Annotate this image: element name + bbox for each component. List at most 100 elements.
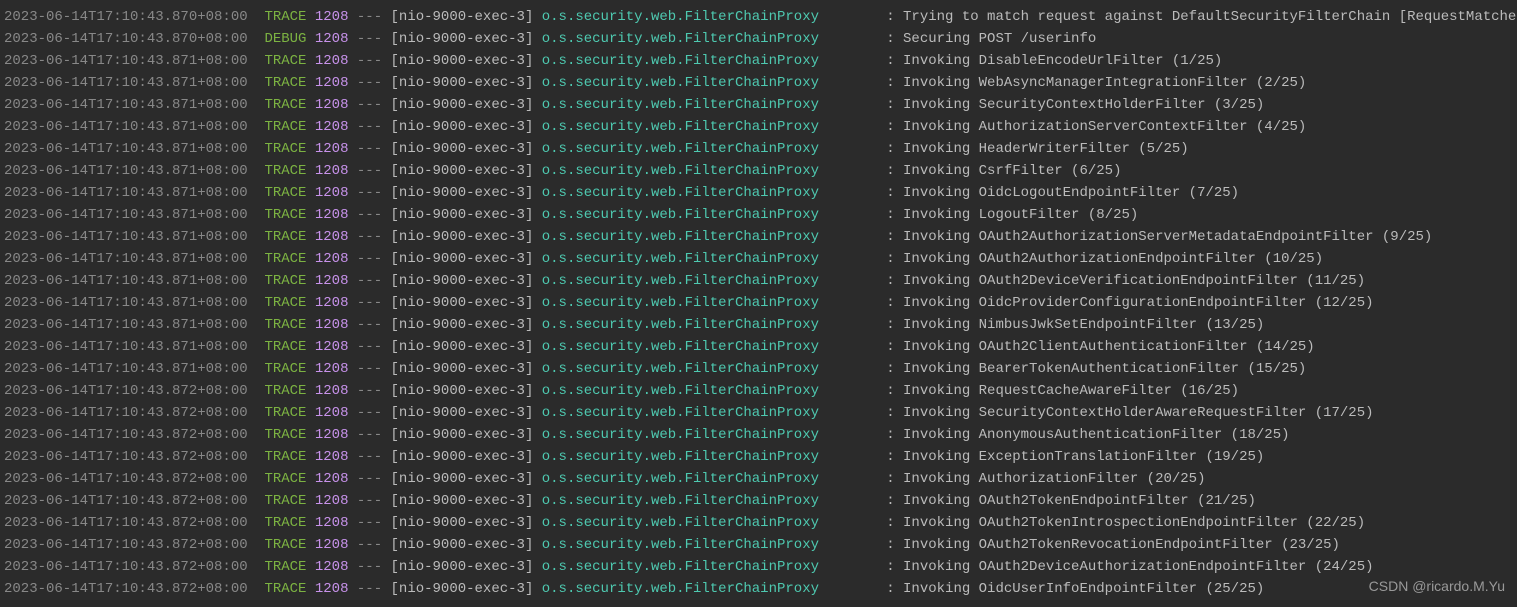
log-logger: o.s.security.web.FilterChainProxy [542,534,878,556]
log-line[interactable]: 2023-06-14T17:10:43.872+08:00 TRACE 1208… [0,534,1517,556]
log-thread: [nio-9000-exec-3] [391,182,534,204]
log-message: Invoking AuthorizationServerContextFilte… [903,116,1306,138]
log-thread: [nio-9000-exec-3] [391,116,534,138]
log-logger: o.s.security.web.FilterChainProxy [542,72,878,94]
log-pid: 1208 [315,578,349,600]
log-timestamp: 2023-06-14T17:10:43.872+08:00 [4,380,248,402]
log-line[interactable]: 2023-06-14T17:10:43.872+08:00 TRACE 1208… [0,490,1517,512]
log-pid: 1208 [315,138,349,160]
log-level: TRACE [264,512,306,534]
log-colon: : [878,358,903,380]
log-line[interactable]: 2023-06-14T17:10:43.872+08:00 TRACE 1208… [0,578,1517,600]
log-timestamp: 2023-06-14T17:10:43.872+08:00 [4,578,248,600]
log-line[interactable]: 2023-06-14T17:10:43.871+08:00 TRACE 1208… [0,314,1517,336]
log-thread: [nio-9000-exec-3] [391,292,534,314]
log-line[interactable]: 2023-06-14T17:10:43.870+08:00 TRACE 1208… [0,6,1517,28]
log-level: TRACE [264,336,306,358]
log-line[interactable]: 2023-06-14T17:10:43.870+08:00 DEBUG 1208… [0,28,1517,50]
log-line[interactable]: 2023-06-14T17:10:43.871+08:00 TRACE 1208… [0,248,1517,270]
log-line[interactable]: 2023-06-14T17:10:43.871+08:00 TRACE 1208… [0,182,1517,204]
log-line[interactable]: 2023-06-14T17:10:43.871+08:00 TRACE 1208… [0,72,1517,94]
log-colon: : [878,556,903,578]
log-thread: [nio-9000-exec-3] [391,248,534,270]
log-line[interactable]: 2023-06-14T17:10:43.872+08:00 TRACE 1208… [0,380,1517,402]
log-separator: --- [357,424,382,446]
log-level: TRACE [264,314,306,336]
log-timestamp: 2023-06-14T17:10:43.871+08:00 [4,270,248,292]
log-logger: o.s.security.web.FilterChainProxy [542,94,878,116]
log-line[interactable]: 2023-06-14T17:10:43.871+08:00 TRACE 1208… [0,94,1517,116]
log-colon: : [878,138,903,160]
log-pid: 1208 [315,270,349,292]
log-line[interactable]: 2023-06-14T17:10:43.872+08:00 TRACE 1208… [0,556,1517,578]
log-line[interactable]: 2023-06-14T17:10:43.871+08:00 TRACE 1208… [0,292,1517,314]
log-line[interactable]: 2023-06-14T17:10:43.871+08:00 TRACE 1208… [0,226,1517,248]
log-level: TRACE [264,116,306,138]
log-timestamp: 2023-06-14T17:10:43.872+08:00 [4,424,248,446]
log-colon: : [878,116,903,138]
log-level: TRACE [264,468,306,490]
log-thread: [nio-9000-exec-3] [391,204,534,226]
log-pid: 1208 [315,424,349,446]
log-thread: [nio-9000-exec-3] [391,138,534,160]
log-line[interactable]: 2023-06-14T17:10:43.872+08:00 TRACE 1208… [0,402,1517,424]
log-logger: o.s.security.web.FilterChainProxy [542,468,878,490]
log-thread: [nio-9000-exec-3] [391,50,534,72]
log-timestamp: 2023-06-14T17:10:43.872+08:00 [4,468,248,490]
log-separator: --- [357,446,382,468]
log-colon: : [878,72,903,94]
log-message: Invoking RequestCacheAwareFilter (16/25) [903,380,1239,402]
log-pid: 1208 [315,72,349,94]
log-separator: --- [357,72,382,94]
log-pid: 1208 [315,468,349,490]
log-thread: [nio-9000-exec-3] [391,270,534,292]
log-line[interactable]: 2023-06-14T17:10:43.871+08:00 TRACE 1208… [0,358,1517,380]
log-pid: 1208 [315,160,349,182]
log-thread: [nio-9000-exec-3] [391,160,534,182]
log-level: TRACE [264,292,306,314]
log-separator: --- [357,270,382,292]
log-logger: o.s.security.web.FilterChainProxy [542,204,878,226]
log-message: Securing POST /userinfo [903,28,1096,50]
log-separator: --- [357,160,382,182]
log-colon: : [878,380,903,402]
log-line[interactable]: 2023-06-14T17:10:43.871+08:00 TRACE 1208… [0,270,1517,292]
log-pid: 1208 [315,512,349,534]
log-colon: : [878,226,903,248]
log-line[interactable]: 2023-06-14T17:10:43.871+08:00 TRACE 1208… [0,116,1517,138]
log-message: Invoking OidcLogoutEndpointFilter (7/25) [903,182,1239,204]
log-pid: 1208 [315,380,349,402]
log-message: Invoking SecurityContextHolderFilter (3/… [903,94,1264,116]
log-level: TRACE [264,138,306,160]
log-pid: 1208 [315,116,349,138]
log-pid: 1208 [315,94,349,116]
log-separator: --- [357,468,382,490]
log-timestamp: 2023-06-14T17:10:43.872+08:00 [4,446,248,468]
log-line[interactable]: 2023-06-14T17:10:43.871+08:00 TRACE 1208… [0,204,1517,226]
log-level: TRACE [264,578,306,600]
log-line[interactable]: 2023-06-14T17:10:43.871+08:00 TRACE 1208… [0,50,1517,72]
log-line[interactable]: 2023-06-14T17:10:43.871+08:00 TRACE 1208… [0,336,1517,358]
log-timestamp: 2023-06-14T17:10:43.871+08:00 [4,116,248,138]
log-logger: o.s.security.web.FilterChainProxy [542,28,878,50]
log-colon: : [878,534,903,556]
log-logger: o.s.security.web.FilterChainProxy [542,6,878,28]
log-line[interactable]: 2023-06-14T17:10:43.871+08:00 TRACE 1208… [0,138,1517,160]
log-line[interactable]: 2023-06-14T17:10:43.871+08:00 TRACE 1208… [0,160,1517,182]
log-level: TRACE [264,380,306,402]
log-colon: : [878,490,903,512]
log-line[interactable]: 2023-06-14T17:10:43.872+08:00 TRACE 1208… [0,424,1517,446]
log-thread: [nio-9000-exec-3] [391,358,534,380]
log-colon: : [878,336,903,358]
log-timestamp: 2023-06-14T17:10:43.872+08:00 [4,534,248,556]
log-line[interactable]: 2023-06-14T17:10:43.872+08:00 TRACE 1208… [0,446,1517,468]
log-output[interactable]: 2023-06-14T17:10:43.870+08:00 TRACE 1208… [0,6,1517,600]
log-level: TRACE [264,6,306,28]
log-thread: [nio-9000-exec-3] [391,336,534,358]
log-pid: 1208 [315,556,349,578]
log-thread: [nio-9000-exec-3] [391,490,534,512]
log-line[interactable]: 2023-06-14T17:10:43.872+08:00 TRACE 1208… [0,468,1517,490]
log-thread: [nio-9000-exec-3] [391,512,534,534]
log-line[interactable]: 2023-06-14T17:10:43.872+08:00 TRACE 1208… [0,512,1517,534]
log-logger: o.s.security.web.FilterChainProxy [542,424,878,446]
